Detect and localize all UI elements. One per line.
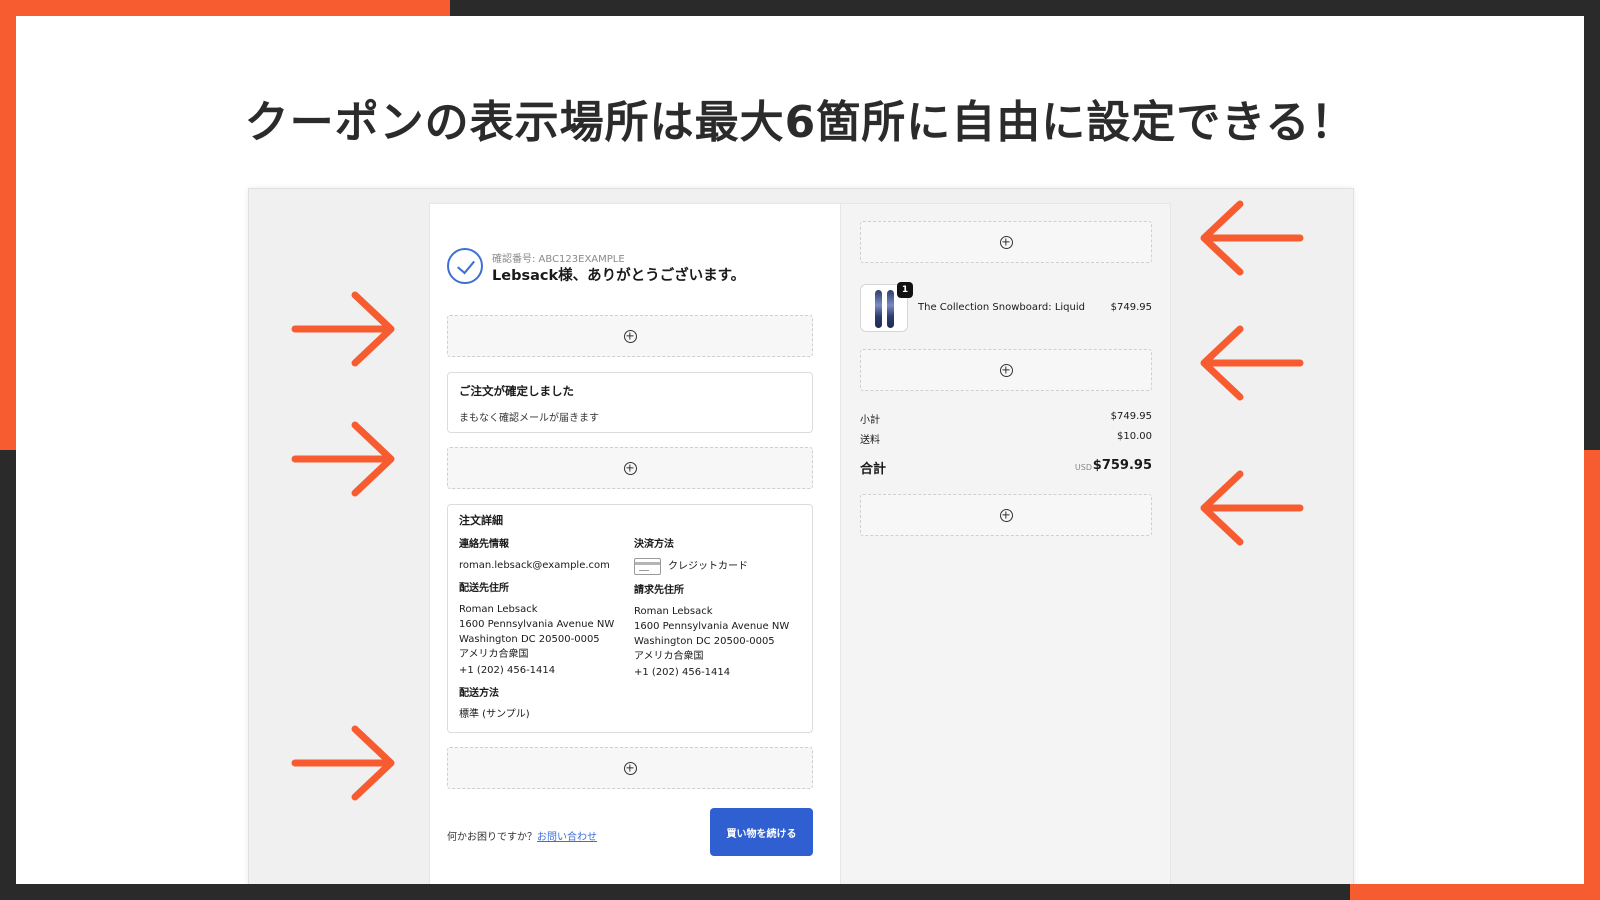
thank-you-heading: Lebsack様、ありがとうございます。	[492, 268, 746, 284]
product-price: $749.95	[1110, 302, 1152, 313]
shipping-value: $10.00	[1117, 431, 1152, 442]
quantity-badge: 1	[897, 282, 913, 298]
contact-email: roman.lebsack@example.com	[459, 560, 610, 571]
arrow-right-icon	[291, 291, 395, 367]
subtotal-value: $749.95	[1110, 411, 1152, 422]
coupon-slot-1[interactable]	[447, 315, 813, 357]
shipping-address-line: 1600 Pennsylvania Avenue NW	[459, 619, 615, 630]
shipping-address-label: 配送先住所	[459, 583, 509, 594]
coupon-slot-5[interactable]	[860, 349, 1152, 391]
decor-bar-bottom	[1350, 884, 1600, 900]
coupon-slot-6[interactable]	[860, 494, 1152, 536]
contact-us-link[interactable]: お問い合わせ	[537, 832, 597, 843]
confirmation-number: 確認番号: ABC123EXAMPLE	[492, 254, 625, 265]
order-summary-sidebar: 1 The Collection Snowboard: Liquid $749.…	[841, 203, 1171, 884]
help-question: 何かお困りですか？	[447, 832, 537, 843]
shipping-address-line: Washington DC 20500-0005	[459, 634, 600, 645]
order-status-main: 確認番号: ABC123EXAMPLE Lebsack様、ありがとうございます。…	[429, 203, 841, 884]
shipping-address-line: アメリカ合衆国	[459, 649, 529, 660]
billing-address-line: +1 (202) 456-1414	[634, 667, 731, 678]
decor-bar-left	[0, 0, 16, 450]
order-details-title: 注文詳細	[459, 514, 503, 527]
order-confirmed-title: ご注文が確定しました	[459, 384, 574, 398]
shipping-label: 送料	[860, 435, 880, 446]
continue-shopping-button[interactable]: 買い物を続ける	[710, 808, 813, 856]
total-currency: USD	[1074, 463, 1092, 472]
arrow-left-icon	[1200, 470, 1304, 546]
arrow-right-icon	[291, 421, 395, 497]
snowboard-image	[887, 290, 894, 328]
arrow-left-icon	[1200, 200, 1304, 276]
billing-address-line: Washington DC 20500-0005	[634, 636, 775, 647]
order-details-card: 注文詳細 連絡先情報 roman.lebsack@example.com 配送先…	[447, 504, 813, 733]
snowboard-image	[875, 290, 882, 328]
coupon-slot-2[interactable]	[447, 447, 813, 489]
product-name: The Collection Snowboard: Liquid	[918, 302, 1085, 313]
credit-card-icon	[634, 558, 661, 575]
decor-bar-right	[1584, 450, 1600, 900]
add-circle-icon	[623, 329, 637, 343]
thank-you-page-screenshot: 確認番号: ABC123EXAMPLE Lebsack様、ありがとうございます。…	[248, 188, 1354, 884]
decor-bar-top	[0, 0, 450, 16]
billing-address-line: 1600 Pennsylvania Avenue NW	[634, 621, 790, 632]
contact-label: 連絡先情報	[459, 539, 509, 550]
billing-address-line: Roman Lebsack	[634, 606, 713, 617]
shipping-method-label: 配送方法	[459, 688, 499, 699]
billing-address-label: 請求先住所	[634, 585, 684, 596]
add-circle-icon	[999, 508, 1013, 522]
coupon-slot-4[interactable]	[860, 221, 1152, 263]
add-circle-icon	[999, 363, 1013, 377]
check-circle-icon	[447, 248, 483, 284]
add-circle-icon	[999, 235, 1013, 249]
help-text: 何かお困りですか？お問い合わせ	[447, 828, 597, 843]
arrow-left-icon	[1200, 325, 1304, 401]
slide-headline: クーポンの表示場所は最大6箇所に自由に設定できる！	[244, 97, 1356, 148]
total-label: 合計	[860, 462, 887, 477]
order-confirmed-card: ご注文が確定しました まもなく確認メールが届きます	[447, 372, 813, 433]
payment-method: クレジットカード	[668, 561, 748, 572]
coupon-slot-3[interactable]	[447, 747, 813, 789]
payment-label: 決済方法	[634, 539, 674, 550]
add-circle-icon	[623, 461, 637, 475]
arrow-right-icon	[291, 725, 395, 801]
shipping-method: 標準 (サンプル)	[459, 709, 530, 720]
slide: クーポンの表示場所は最大6箇所に自由に設定できる！ 確認番号: ABC123EX…	[16, 16, 1584, 884]
shipping-address-line: Roman Lebsack	[459, 604, 538, 615]
shipping-address-line: +1 (202) 456-1414	[459, 665, 556, 676]
order-confirmed-subtitle: まもなく確認メールが届きます	[459, 413, 599, 424]
add-circle-icon	[623, 761, 637, 775]
subtotal-label: 小計	[860, 415, 880, 426]
total-value: $759.95	[1092, 458, 1152, 473]
billing-address-line: アメリカ合衆国	[634, 651, 704, 662]
